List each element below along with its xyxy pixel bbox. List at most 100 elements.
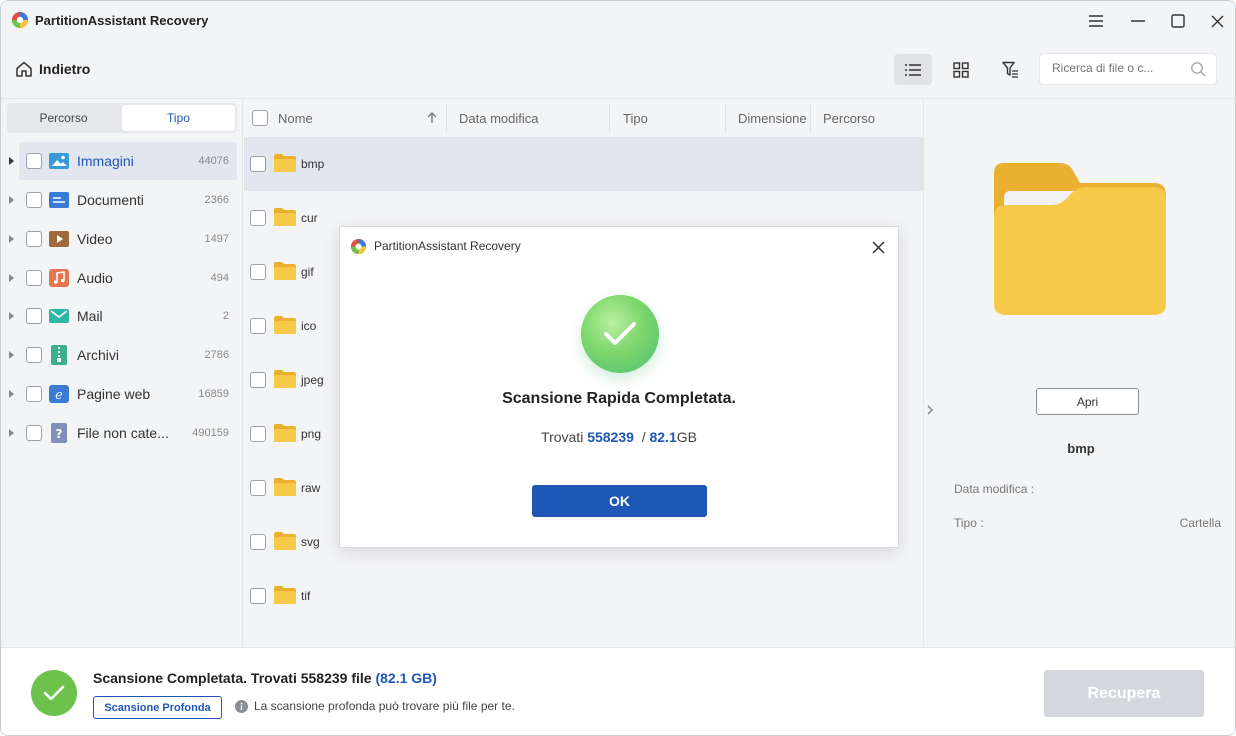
expand-arrow-icon[interactable] <box>9 235 14 243</box>
row-name: tif <box>301 589 311 603</box>
search-icon[interactable] <box>1190 61 1206 77</box>
category-count: 490159 <box>192 427 229 439</box>
category-count: 2 <box>222 310 229 322</box>
row-checkbox[interactable] <box>250 210 266 226</box>
row-checkbox[interactable] <box>250 534 266 550</box>
back-button[interactable]: Indietro <box>15 60 90 78</box>
dialog-close-icon[interactable] <box>868 237 888 257</box>
toolbar: Indietro <box>1 41 1235 99</box>
category-mail[interactable]: Mail 2 <box>1 297 243 335</box>
maximize-icon[interactable] <box>1166 9 1190 33</box>
scan-status-size: (82.1 GB) <box>375 670 437 686</box>
folder-icon <box>274 586 296 604</box>
close-icon[interactable] <box>1205 9 1229 33</box>
category-label: Audio <box>77 270 113 286</box>
category-label: Immagini <box>77 153 134 169</box>
deep-scan-button[interactable]: Scansione Profonda <box>93 696 222 719</box>
search-box[interactable] <box>1039 53 1217 85</box>
category-count: 16859 <box>198 388 229 400</box>
row-checkbox[interactable] <box>250 588 266 604</box>
scan-complete-dialog: PartitionAssistant Recovery Scansione Ra… <box>339 226 899 548</box>
found-unit: GB <box>676 429 697 445</box>
category-archivi[interactable]: Archivi 2786 <box>1 336 243 374</box>
folder-icon <box>274 208 296 226</box>
category-checkbox[interactable] <box>26 153 42 169</box>
category-file-non-categorizzati[interactable]: ? File non cate... 490159 <box>1 414 243 452</box>
row-name: bmp <box>301 157 325 171</box>
tab-percorso[interactable]: Percorso <box>7 103 120 133</box>
column-name[interactable]: Nome <box>278 111 313 126</box>
found-separator: / <box>641 429 646 445</box>
tab-tipo[interactable]: Tipo <box>122 105 235 131</box>
category-checkbox[interactable] <box>26 231 42 247</box>
category-checkbox[interactable] <box>26 270 42 286</box>
deep-scan-hint: La scansione profonda può trovare più fi… <box>235 699 515 713</box>
category-pagine-web[interactable]: e Pagine web 16859 <box>1 375 243 413</box>
category-checkbox[interactable] <box>26 308 42 324</box>
category-checkbox[interactable] <box>26 425 42 441</box>
category-label: Pagine web <box>77 386 151 402</box>
column-path[interactable]: Percorso <box>823 111 875 126</box>
table-row[interactable]: bmp <box>244 137 923 191</box>
category-audio[interactable]: Audio 494 <box>1 259 243 297</box>
sort-ascending-icon[interactable] <box>427 112 437 124</box>
category-checkbox[interactable] <box>26 386 42 402</box>
minimize-icon[interactable] <box>1126 9 1150 33</box>
category-video[interactable]: Video 1497 <box>1 220 243 258</box>
search-input[interactable] <box>1052 61 1182 75</box>
expand-arrow-icon[interactable] <box>9 312 14 320</box>
folder-icon <box>274 154 296 172</box>
row-checkbox[interactable] <box>250 264 266 280</box>
mail-icon <box>49 309 69 323</box>
found-size: 82.1 <box>649 429 677 445</box>
expand-arrow-icon[interactable] <box>9 196 14 204</box>
list-view-icon <box>905 63 921 76</box>
category-count: 494 <box>210 272 229 284</box>
expand-arrow-icon[interactable] <box>9 390 14 398</box>
row-checkbox[interactable] <box>250 372 266 388</box>
grid-view-icon <box>953 61 969 78</box>
type-value: Cartella <box>1179 516 1221 530</box>
back-label: Indietro <box>39 61 91 77</box>
scan-status-text: Scansione Completata. Trovati 558239 fil… <box>93 670 372 686</box>
folder-icon <box>274 532 296 550</box>
found-count: 558239 <box>587 429 634 445</box>
row-name: svg <box>301 535 320 549</box>
category-immagini[interactable]: Immagini 44076 <box>1 142 243 180</box>
category-label: Archivi <box>77 347 120 363</box>
open-button[interactable]: Apri <box>1036 388 1139 415</box>
row-checkbox[interactable] <box>250 426 266 442</box>
menu-icon[interactable] <box>1084 9 1108 33</box>
dialog-heading: Scansione Rapida Completata. <box>502 390 736 407</box>
expand-arrow-icon[interactable] <box>9 274 14 282</box>
category-count: 44076 <box>198 155 229 167</box>
table-row[interactable]: tif <box>244 569 923 623</box>
filter-button[interactable] <box>991 54 1029 85</box>
row-checkbox[interactable] <box>250 156 266 172</box>
column-type[interactable]: Tipo <box>623 111 648 126</box>
web-icon: e <box>49 385 69 403</box>
video-icon <box>49 231 69 247</box>
row-checkbox[interactable] <box>250 480 266 496</box>
grid-view-button[interactable] <box>942 54 980 85</box>
type-label: Tipo : <box>954 516 984 530</box>
status-bar: Scansione Completata. Trovati 558239 fil… <box>1 647 1235 735</box>
category-documenti[interactable]: Documenti 2366 <box>1 181 243 219</box>
category-checkbox[interactable] <box>26 192 42 208</box>
expand-arrow-icon[interactable] <box>9 351 14 359</box>
category-count: 2366 <box>204 194 229 206</box>
dialog-title: PartitionAssistant Recovery <box>374 239 521 253</box>
list-header: Nome Data modifica Tipo Dimensione Perco… <box>244 99 923 137</box>
ok-button[interactable]: OK <box>532 485 707 517</box>
recover-button[interactable]: Recupera <box>1044 670 1204 717</box>
column-size[interactable]: Dimensione <box>738 111 807 126</box>
select-all-checkbox[interactable] <box>252 110 268 126</box>
row-checkbox[interactable] <box>250 318 266 334</box>
column-date[interactable]: Data modifica <box>459 111 538 126</box>
category-checkbox[interactable] <box>26 347 42 363</box>
expand-arrow-icon[interactable] <box>9 429 14 437</box>
expand-arrow-icon[interactable] <box>9 157 14 165</box>
app-window: PartitionAssistant Recovery Indietro Ric… <box>0 0 1236 736</box>
list-view-button[interactable] <box>894 54 932 85</box>
chevron-right-icon[interactable] <box>926 404 934 416</box>
